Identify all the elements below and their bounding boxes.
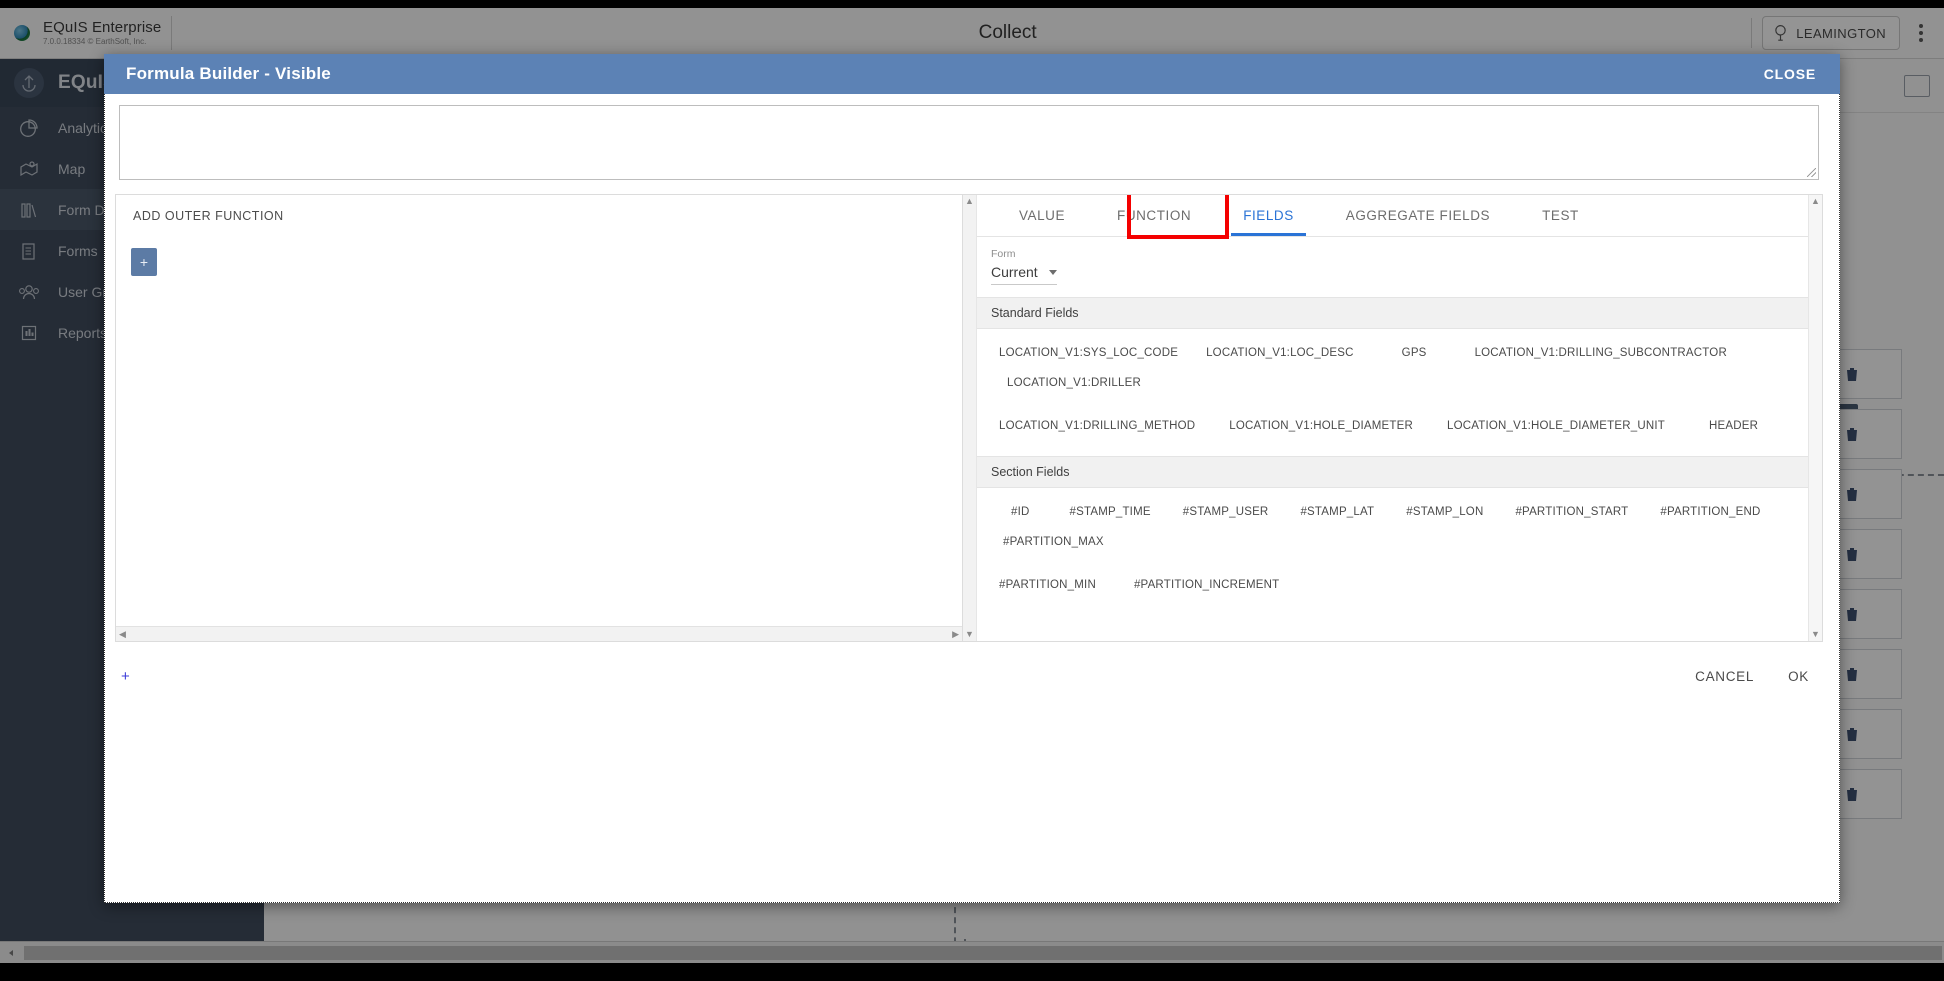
ok-button[interactable]: OK <box>1788 669 1809 684</box>
standard-fields-row-1: LOCATION_V1:SYS_LOC_CODE LOCATION_V1:LOC… <box>977 329 1808 407</box>
builder-panes: ADD OUTER FUNCTION + ◀ ▶ ▲ ▼ VALUE FUNCT… <box>115 194 1823 642</box>
form-select-dropdown[interactable]: Current <box>991 264 1057 285</box>
scroll-down-icon[interactable]: ▼ <box>1811 630 1820 639</box>
fields-pane-left-scroll[interactable]: ▲ ▼ <box>963 195 977 641</box>
tab-aggregate-fields[interactable]: AGGREGATE FIELDS <box>1320 195 1516 236</box>
dialog-body: ADD OUTER FUNCTION + ◀ ▶ ▲ ▼ VALUE FUNCT… <box>104 94 1840 903</box>
tab-value[interactable]: VALUE <box>993 195 1091 236</box>
field-chip[interactable]: GPS <box>1390 340 1439 366</box>
left-pane-horizontal-scrollbar[interactable]: ◀ ▶ <box>116 626 962 641</box>
section-fields-row-1: #ID #STAMP_TIME #STAMP_USER #STAMP_LAT #… <box>977 488 1808 566</box>
scroll-down-icon[interactable]: ▼ <box>965 630 974 639</box>
field-chip[interactable]: LOCATION_V1:DRILLING_METHOD <box>987 413 1207 439</box>
field-chip[interactable]: #PARTITION_START <box>1503 499 1640 525</box>
field-chip[interactable]: #PARTITION_END <box>1648 499 1772 525</box>
fields-pane: ▲ ▼ VALUE FUNCTION FIELDS AGGREGATE FIEL… <box>963 194 1823 642</box>
form-select-value: Current <box>991 264 1038 280</box>
cancel-button[interactable]: CANCEL <box>1695 669 1754 684</box>
form-select-label: Form <box>991 248 1016 260</box>
formula-input[interactable] <box>120 106 1818 179</box>
field-chip[interactable]: LOCATION_V1:LOC_DESC <box>1194 340 1366 366</box>
tab-test[interactable]: TEST <box>1516 195 1605 236</box>
field-chip[interactable]: #PARTITION_MIN <box>987 572 1108 598</box>
outer-function-pane: ADD OUTER FUNCTION + ◀ ▶ <box>115 194 963 642</box>
dialog-footer: + CANCEL OK <box>105 654 1839 698</box>
field-chip[interactable]: LOCATION_V1:HOLE_DIAMETER_UNIT <box>1435 413 1677 439</box>
field-chip[interactable]: #ID <box>999 499 1042 525</box>
add-outer-function-label: ADD OUTER FUNCTION <box>133 209 284 223</box>
add-outer-function-button[interactable]: + <box>131 248 157 276</box>
standard-fields-row-2: LOCATION_V1:DRILLING_METHOD LOCATION_V1:… <box>977 407 1808 450</box>
field-chip[interactable]: #STAMP_TIME <box>1058 499 1163 525</box>
tab-function[interactable]: FUNCTION <box>1091 195 1217 236</box>
scroll-right-icon[interactable]: ▶ <box>952 629 959 640</box>
formula-builder-dialog: Formula Builder - Visible CLOSE ADD OUTE… <box>104 54 1840 903</box>
standard-fields-header: Standard Fields <box>977 297 1808 329</box>
form-selector: Form Current <box>977 237 1808 285</box>
section-fields-header: Section Fields <box>977 456 1808 488</box>
dialog-tabs: VALUE FUNCTION FIELDS AGGREGATE FIELDS T… <box>977 195 1808 239</box>
resize-grip-icon[interactable] <box>1807 168 1816 177</box>
field-chip[interactable]: LOCATION_V1:HOLE_DIAMETER <box>1217 413 1425 439</box>
field-chip[interactable]: #STAMP_USER <box>1171 499 1281 525</box>
tab-fields[interactable]: FIELDS <box>1217 195 1320 236</box>
chevron-down-icon <box>1049 269 1057 275</box>
section-fields-row-2: #PARTITION_MIN #PARTITION_INCREMENT <box>977 566 1808 609</box>
field-chip[interactable]: LOCATION_V1:DRILLING_SUBCONTRACTOR <box>1463 340 1739 366</box>
add-row-button[interactable]: + <box>121 668 130 685</box>
scroll-left-icon[interactable]: ◀ <box>119 629 126 640</box>
field-chip[interactable]: #PARTITION_MAX <box>991 529 1116 555</box>
scroll-up-icon[interactable]: ▲ <box>965 197 974 206</box>
field-chip[interactable]: LOCATION_V1:DRILLER <box>995 370 1153 396</box>
field-chip[interactable]: HEADER <box>1697 413 1770 439</box>
screenshot-root: EQuIS Enterprise 7.0.0.18334 © EarthSoft… <box>0 0 1944 981</box>
fields-pane-body: VALUE FUNCTION FIELDS AGGREGATE FIELDS T… <box>977 195 1808 641</box>
field-chip[interactable]: #STAMP_LAT <box>1288 499 1386 525</box>
dialog-title: Formula Builder - Visible <box>126 64 331 83</box>
fields-pane-vertical-scrollbar[interactable]: ▲ ▼ <box>1808 195 1822 641</box>
scroll-up-icon[interactable]: ▲ <box>1811 197 1820 206</box>
field-chip[interactable]: LOCATION_V1:SYS_LOC_CODE <box>987 340 1190 366</box>
dialog-title-bar: Formula Builder - Visible CLOSE <box>104 54 1840 94</box>
field-chip[interactable]: #PARTITION_INCREMENT <box>1122 572 1291 598</box>
field-chip[interactable]: #STAMP_LON <box>1394 499 1495 525</box>
formula-input-wrapper[interactable] <box>119 105 1819 180</box>
close-button[interactable]: CLOSE <box>1740 54 1840 94</box>
